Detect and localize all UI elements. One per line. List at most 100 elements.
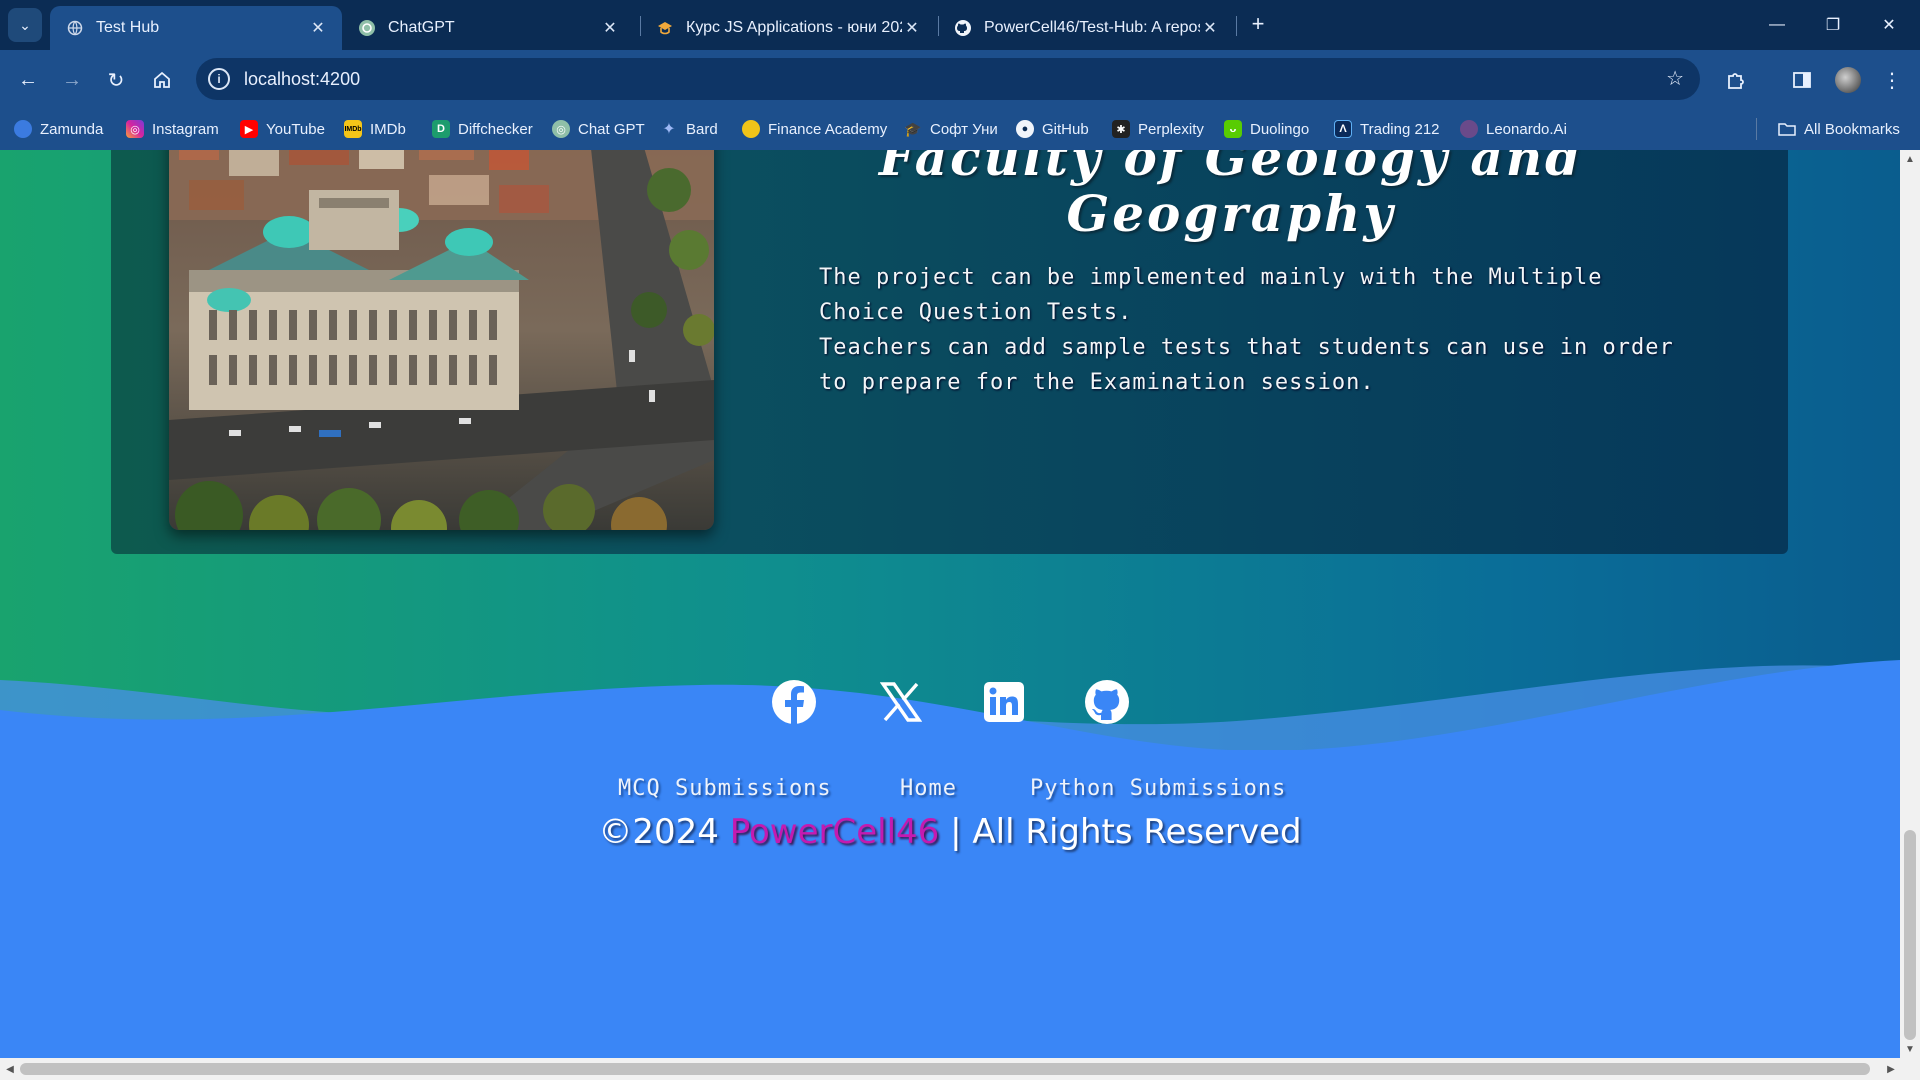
softuni-icon: 🎓: [904, 120, 922, 137]
all-bookmarks-button[interactable]: All Bookmarks: [1778, 117, 1900, 141]
tab-test-hub[interactable]: Test Hub ✕: [50, 6, 342, 50]
trading212-icon: Λ: [1334, 120, 1352, 138]
bookmark-chatgpt[interactable]: ◎ Chat GPT: [552, 117, 645, 141]
reload-button[interactable]: ↻: [100, 64, 132, 96]
bookmark-label: Duolingo: [1250, 120, 1310, 138]
x-twitter-link[interactable]: [877, 678, 925, 726]
side-panel-icon: [1793, 72, 1811, 88]
site-info-icon[interactable]: i: [208, 68, 230, 90]
bookmark-bard[interactable]: ✦ Bard: [660, 117, 718, 141]
close-window-button[interactable]: ✕: [1866, 8, 1912, 42]
scroll-up-arrow-icon[interactable]: ▲: [1900, 150, 1920, 168]
copyright-prefix: ©2024: [598, 812, 730, 852]
instagram-icon: ◎: [126, 120, 144, 138]
close-tab-icon[interactable]: ✕: [308, 18, 328, 38]
bookmarks-separator: [1756, 118, 1757, 140]
tab-search-button[interactable]: ⌄: [8, 8, 42, 42]
scroll-right-arrow-icon[interactable]: ▶: [1882, 1060, 1900, 1078]
close-tab-icon[interactable]: ✕: [902, 18, 922, 38]
bookmark-label: GitHub: [1042, 120, 1089, 138]
duolingo-icon: ᴗ: [1224, 120, 1242, 138]
copyright-brand[interactable]: PowerCell46: [730, 812, 940, 852]
close-icon: ✕: [1882, 17, 1896, 34]
forward-button[interactable]: →: [56, 64, 88, 96]
linkedin-link[interactable]: [980, 678, 1028, 726]
horizontal-scroll-thumb[interactable]: [20, 1063, 1870, 1075]
tab-title: PowerCell46/Test-Hub: A reposi: [984, 19, 1200, 36]
description-line1: The project can be implemented mainly wi…: [819, 265, 1603, 325]
faculty-photo: [169, 150, 714, 530]
bookmark-perplexity[interactable]: ✱ Perplexity: [1112, 117, 1204, 141]
facebook-link[interactable]: [770, 678, 818, 726]
close-tab-icon[interactable]: ✕: [600, 18, 620, 38]
tab-github-repo[interactable]: PowerCell46/Test-Hub: A reposi ✕: [938, 6, 1234, 50]
plus-icon: +: [1251, 11, 1265, 36]
faculty-title: Faculty of Geology and Geography: [851, 150, 1611, 242]
minimize-button[interactable]: —: [1754, 8, 1800, 42]
arrow-right-icon: →: [62, 68, 82, 91]
footer-link-python-submissions[interactable]: Python Submissions: [1030, 776, 1286, 801]
bookmark-github[interactable]: ● GitHub: [1016, 117, 1089, 141]
youtube-icon: ▶: [240, 120, 258, 138]
finance-academy-icon: [742, 120, 760, 138]
bookmark-youtube[interactable]: ▶ YouTube: [240, 117, 325, 141]
horizontal-scrollbar[interactable]: ◀ ▶: [0, 1058, 1920, 1080]
bookmark-label: All Bookmarks: [1804, 120, 1900, 138]
side-panel-button[interactable]: [1786, 64, 1818, 96]
menu-button[interactable]: ⋮: [1876, 64, 1908, 96]
github-link[interactable]: [1083, 678, 1131, 726]
bookmark-trading212[interactable]: Λ Trading 212: [1334, 117, 1440, 141]
home-icon: [154, 71, 170, 88]
faculty-card: Faculty of Geology and Geography The pro…: [111, 150, 1788, 554]
bookmark-finance-academy[interactable]: Finance Academy: [742, 117, 887, 141]
globe-icon: [66, 19, 84, 37]
chatgpt-icon: ◎: [552, 120, 570, 138]
bookmark-zamunda[interactable]: Zamunda: [14, 117, 103, 141]
profile-button[interactable]: [1832, 64, 1864, 96]
faculty-title-line2: Geography: [1066, 184, 1396, 243]
bookmark-label: Trading 212: [1360, 120, 1440, 138]
bookmark-label: Instagram: [152, 120, 219, 138]
scroll-down-arrow-icon[interactable]: ▼: [1900, 1040, 1920, 1058]
scroll-left-arrow-icon[interactable]: ◀: [1, 1060, 19, 1078]
minimize-icon: —: [1769, 16, 1785, 33]
arrow-left-icon: ←: [18, 68, 38, 91]
home-button[interactable]: [146, 64, 178, 96]
vertical-scrollbar[interactable]: ▲ ▼: [1900, 150, 1920, 1058]
tab-chatgpt[interactable]: ChatGPT ✕: [342, 6, 634, 50]
tab-js-applications[interactable]: Курс JS Applications - юни 202 ✕: [640, 6, 936, 50]
new-tab-button[interactable]: +: [1244, 10, 1272, 38]
faculty-description: The project can be implemented mainly wi…: [819, 260, 1699, 400]
bookmark-label: Finance Academy: [768, 120, 888, 138]
softuni-icon: [656, 19, 674, 37]
copyright-text: ©2024 PowerCell46 | All Rights Reserved: [0, 812, 1900, 852]
page-viewport: Faculty of Geology and Geography The pro…: [0, 150, 1900, 1058]
extensions-button[interactable]: [1720, 64, 1752, 96]
chevron-down-icon: ⌄: [19, 16, 31, 33]
university-building-image: [169, 150, 714, 530]
facebook-icon: [772, 680, 816, 725]
back-button[interactable]: ←: [12, 64, 44, 96]
vertical-scroll-thumb[interactable]: [1904, 830, 1916, 1040]
github-icon: [954, 19, 972, 37]
footer-link-mcq-submissions[interactable]: MCQ Submissions: [618, 776, 832, 801]
bookmark-softuni[interactable]: 🎓 Софт Уни: [904, 117, 997, 141]
footer-link-home[interactable]: Home: [900, 776, 957, 801]
bookmark-duolingo[interactable]: ᴗ Duolingo: [1224, 117, 1309, 141]
bookmark-instagram[interactable]: ◎ Instagram: [126, 117, 219, 141]
address-bar[interactable]: i localhost:4200 ☆: [196, 58, 1700, 100]
restore-button[interactable]: ❐: [1810, 8, 1856, 42]
bookmark-star-icon[interactable]: ☆: [1666, 66, 1684, 91]
imdb-icon: IMDb: [344, 120, 362, 138]
zamunda-icon: [14, 120, 32, 138]
close-tab-icon[interactable]: ✕: [1200, 18, 1220, 38]
bookmark-label: Perplexity: [1138, 120, 1204, 138]
bookmark-diffchecker[interactable]: D Diffchecker: [432, 117, 533, 141]
tab-title: Курс JS Applications - юни 202: [686, 19, 902, 36]
bookmark-label: Bard: [686, 120, 718, 138]
bard-icon: ✦: [662, 121, 676, 138]
url-text[interactable]: localhost:4200: [244, 69, 360, 90]
bookmark-leonardo[interactable]: Leonardo.Ai: [1460, 117, 1567, 141]
bookmark-imdb[interactable]: IMDb IMDb: [344, 117, 406, 141]
tab-title: ChatGPT: [388, 19, 455, 36]
